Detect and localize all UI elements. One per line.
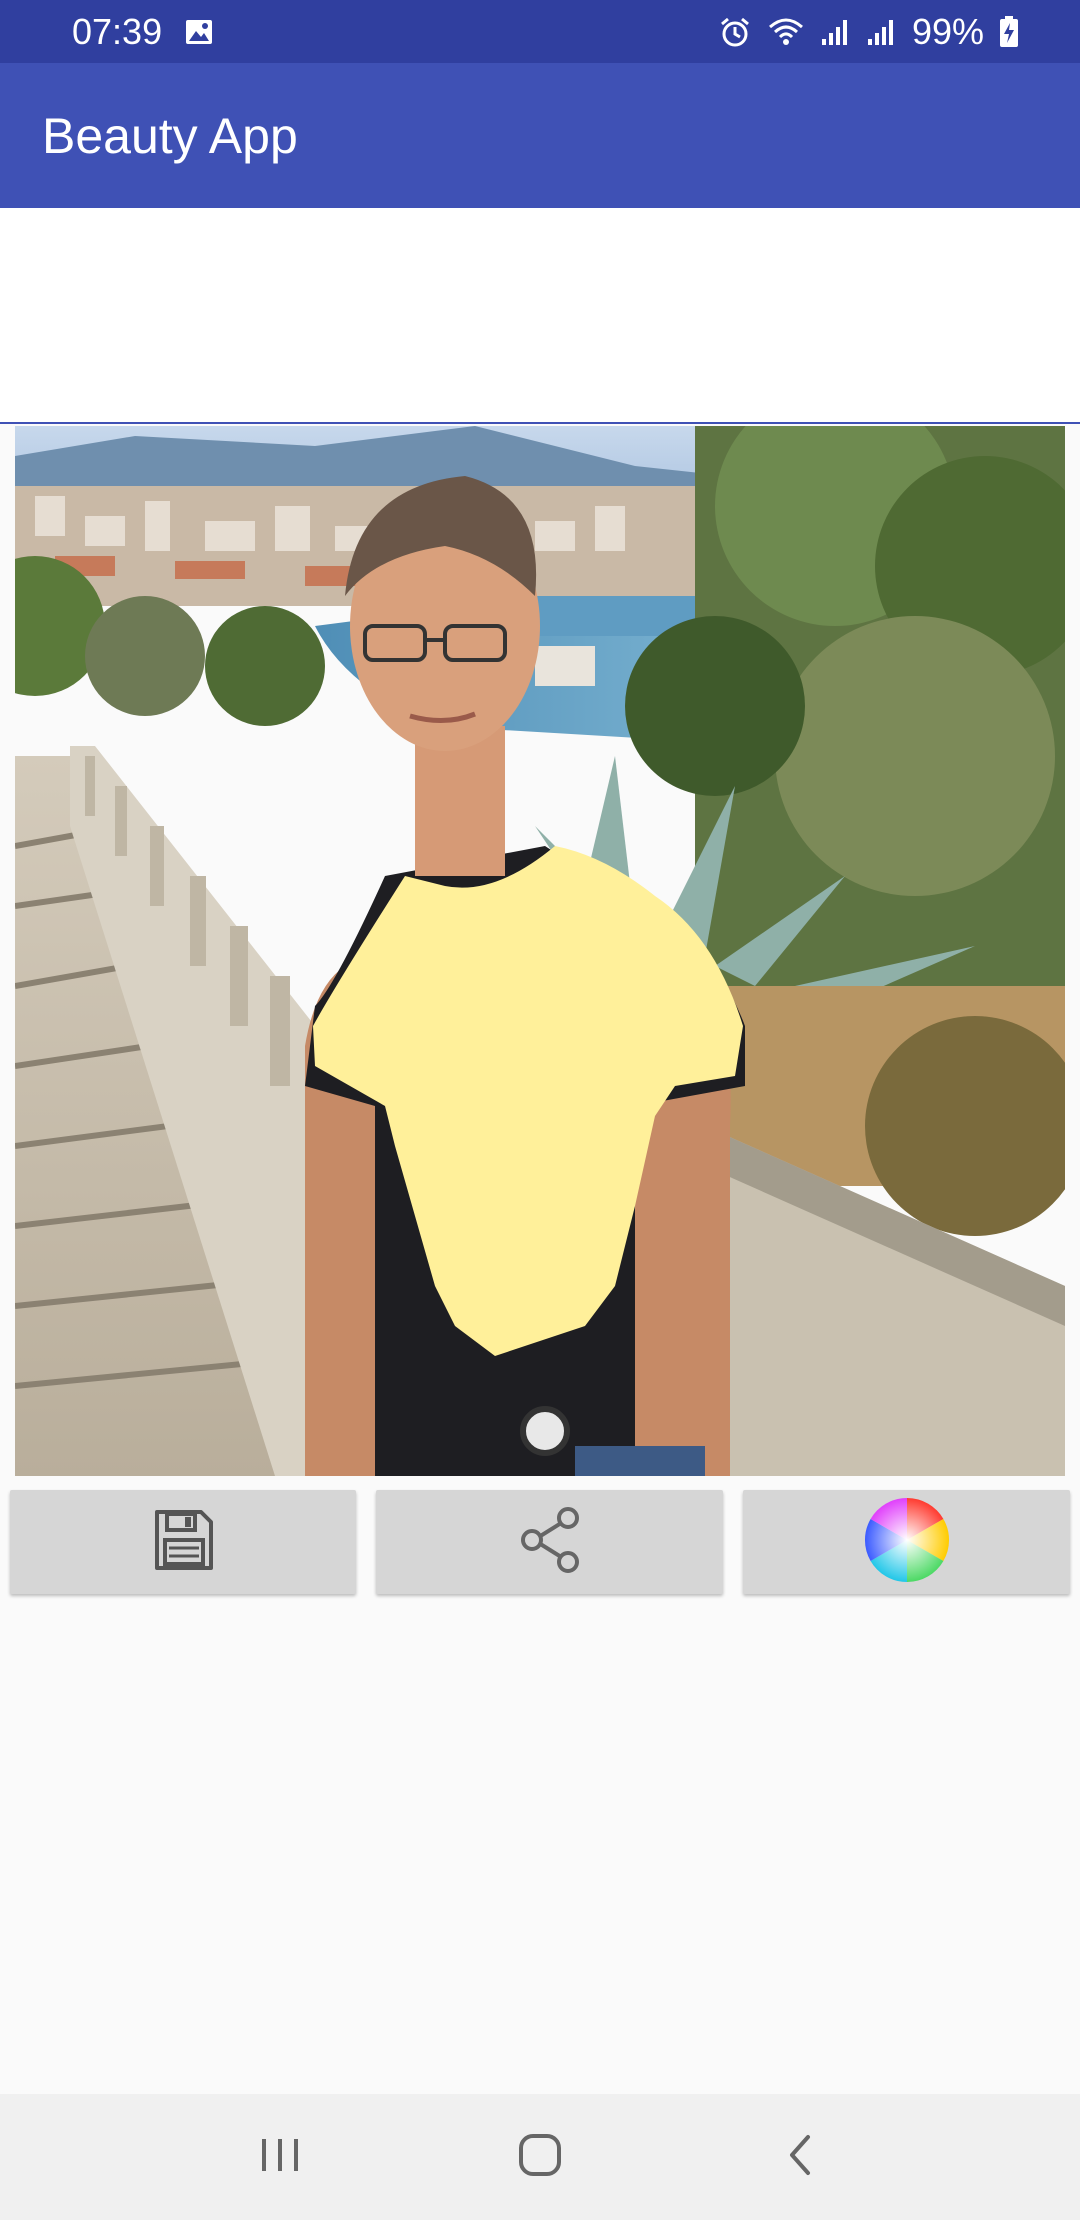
battery-charging-icon [998, 15, 1020, 49]
signal-icon [820, 17, 852, 47]
recent-apps-button[interactable] [220, 2112, 340, 2202]
share-button[interactable] [376, 1490, 723, 1594]
top-empty-area [0, 208, 1080, 424]
battery-percent: 99% [911, 10, 984, 52]
home-button[interactable] [480, 2112, 600, 2202]
color-picker-button[interactable] [743, 1490, 1070, 1594]
wifi-icon [766, 15, 806, 49]
image-icon [184, 17, 214, 47]
signal-icon [866, 17, 898, 47]
color-wheel-icon [864, 1497, 950, 1588]
status-bar: 07:39 99% [0, 0, 1080, 63]
back-icon [780, 2131, 820, 2184]
recent-apps-icon [258, 2135, 302, 2180]
back-button[interactable] [740, 2112, 860, 2202]
status-left: 07:39 [72, 11, 214, 53]
alarm-icon [718, 15, 752, 49]
app-title: Beauty App [42, 107, 298, 164]
save-icon [151, 1508, 215, 1577]
status-time: 07:39 [72, 10, 163, 52]
save-button[interactable] [10, 1490, 356, 1594]
navigation-bar [0, 2094, 1080, 2220]
app-bar: Beauty App [0, 63, 1080, 208]
home-icon [516, 2131, 564, 2184]
share-icon [516, 1506, 584, 1579]
status-right: 99% [718, 11, 1020, 53]
edited-photo [15, 426, 1065, 1476]
